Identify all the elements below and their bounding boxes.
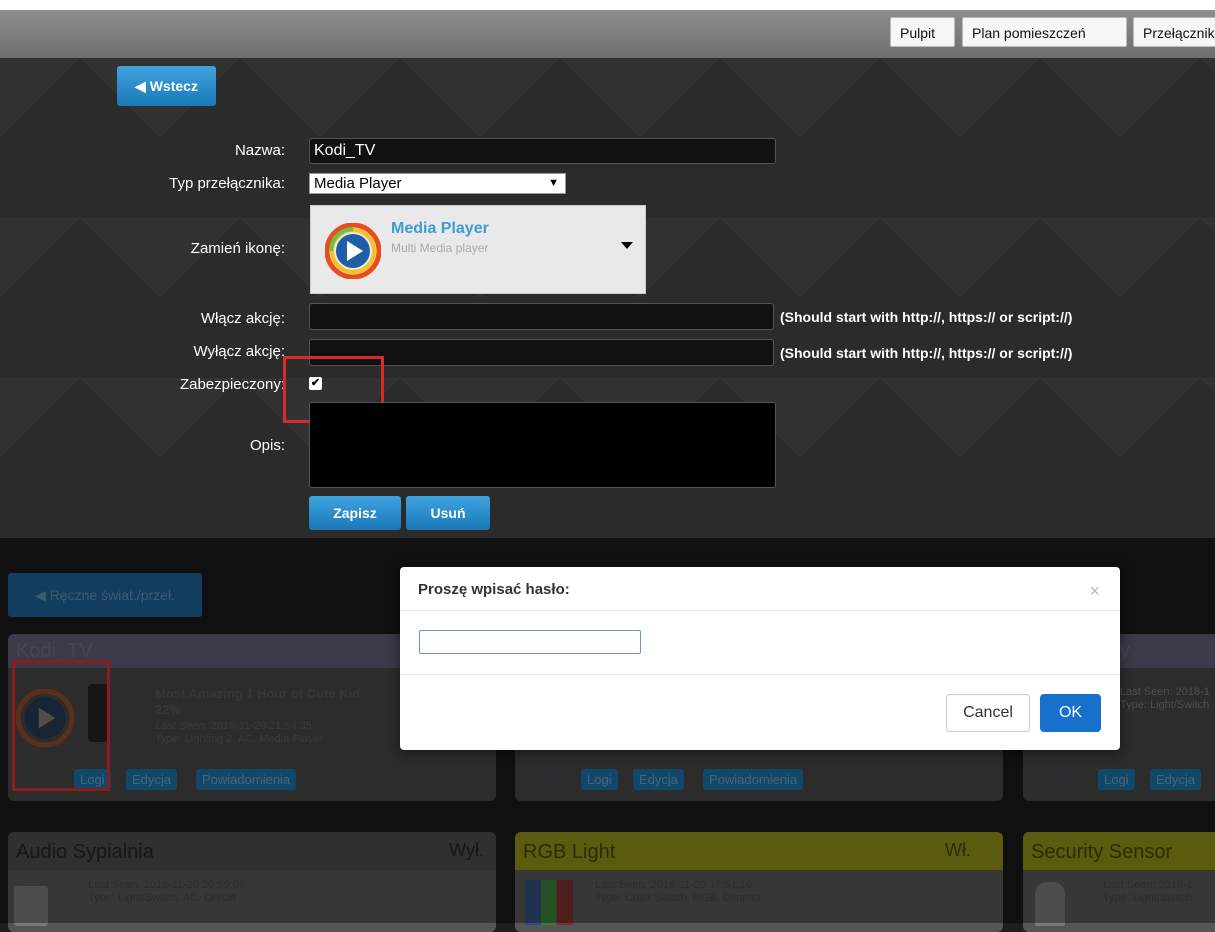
save-button[interactable]: Zapisz (309, 496, 401, 530)
nav-pulpit-button[interactable]: Pulpit (890, 17, 955, 47)
password-input[interactable] (419, 630, 641, 654)
dialog-footer: Cancel OK (400, 674, 1120, 751)
close-icon[interactable]: × (1089, 581, 1100, 602)
ok-button[interactable]: OK (1040, 694, 1101, 732)
on-action-input[interactable] (309, 303, 774, 330)
on-action-hint: (Should start with http://, https:// or … (780, 309, 1073, 325)
delete-button[interactable]: Usuń (406, 496, 490, 530)
name-input[interactable]: Kodi_TV (309, 138, 776, 164)
password-dialog: Proszę wpisać hasło: × Cancel OK (400, 567, 1120, 750)
nav-switches-button[interactable]: Przełączniki (1133, 17, 1215, 47)
back-arrow-icon: ◀ (135, 78, 150, 94)
off-action-hint: (Should start with http://, https:// or … (780, 345, 1073, 361)
description-label: Opis: (249, 437, 285, 454)
switch-type-select[interactable]: Media Player ▼ (309, 173, 566, 194)
icon-title: Media Player (391, 220, 489, 237)
dialog-header: Proszę wpisać hasło: × (400, 567, 1120, 611)
select-arrow-icon: ▼ (548, 177, 559, 189)
back-button-label: Wstecz (149, 78, 198, 94)
icon-picker-dropdown[interactable]: Media Player Multi Media player (310, 205, 646, 294)
page-top-strip (0, 0, 1215, 10)
icon-label: Zamień ikonę: (190, 240, 285, 257)
nav-plan-button[interactable]: Plan pomieszczeń (962, 17, 1127, 47)
type-label: Typ przełącznika: (169, 175, 285, 192)
name-label: Nazwa: (234, 142, 285, 159)
top-navigation-bar: Pulpit Plan pomieszczeń Przełączniki (0, 10, 1215, 58)
switch-type-value: Media Player (314, 175, 402, 192)
protected-label: Zabezpieczony: (179, 376, 285, 393)
media-player-icon (325, 223, 381, 279)
back-button[interactable]: ◀ Wstecz (117, 66, 216, 106)
icon-subtitle: Multi Media player (391, 241, 489, 255)
cancel-button[interactable]: Cancel (946, 694, 1030, 732)
on-action-label: Włącz akcję: (200, 310, 285, 327)
dialog-title: Proszę wpisać hasło: (418, 581, 570, 598)
off-action-label: Wyłącz akcję: (193, 343, 285, 360)
caret-down-icon (621, 242, 633, 249)
description-textarea[interactable] (309, 402, 776, 488)
